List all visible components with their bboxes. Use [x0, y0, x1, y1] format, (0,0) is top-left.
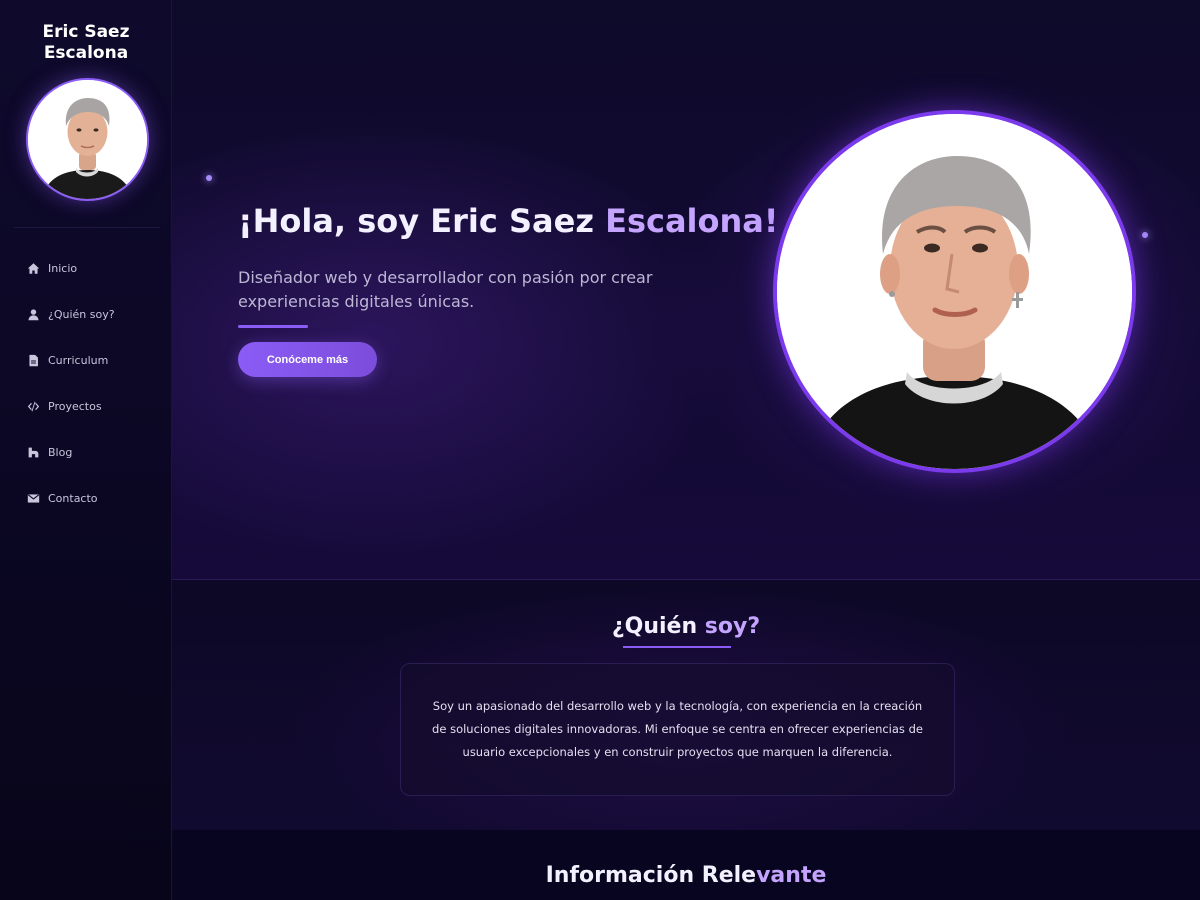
hero-title-accent: Escalona! [605, 202, 779, 240]
sidebar-divider [14, 227, 160, 228]
sidebar-item-curriculum[interactable]: Curriculum [0, 348, 172, 372]
sidebar-item-label: Inicio [48, 261, 78, 275]
sidebar-item-contacto[interactable]: Contacto [0, 486, 172, 510]
sidebar-item-blog[interactable]: Blog [0, 440, 172, 464]
sidebar: Eric Saez Escalona Inicio ¿Quién soy? Cu… [0, 0, 172, 900]
sidebar-item-label: Proyectos [48, 399, 102, 413]
hero-avatar [777, 114, 1132, 469]
hero-underline [238, 325, 308, 328]
code-icon [26, 399, 40, 413]
about-text: Soy un apasionado del desarrollo web y l… [432, 699, 923, 759]
info-title-main: Información Rele [545, 863, 757, 888]
blog-icon [26, 445, 40, 459]
page: Eric Saez Escalona Inicio ¿Quién soy? Cu… [0, 0, 1200, 900]
about-title: ¿Quién soy? [172, 614, 1200, 639]
sidebar-item-label: Contacto [48, 491, 98, 505]
about-card: Soy un apasionado del desarrollo web y l… [400, 663, 955, 796]
hero-title: ¡Hola, soy Eric Saez Escalona! [238, 202, 778, 240]
about-title-accent: soy? [704, 614, 761, 639]
sidebar-item-label: Curriculum [48, 353, 109, 367]
about-section: ¿Quién soy? Soy un apasionado del desarr… [172, 580, 1200, 830]
sidebar-avatar [28, 80, 147, 199]
about-underline [623, 646, 731, 648]
document-icon [26, 353, 40, 367]
sidebar-item-inicio[interactable]: Inicio [0, 256, 172, 280]
conoceme-mas-button[interactable]: Conóceme más [238, 342, 377, 377]
sidebar-item-label: Blog [48, 445, 73, 459]
sidebar-name: Eric Saez Escalona [0, 22, 172, 64]
decorative-dot [1142, 232, 1148, 238]
sidebar-item-proyectos[interactable]: Proyectos [0, 394, 172, 418]
about-title-main: ¿Quién [611, 614, 705, 639]
hero-subtitle: Diseñador web y desarrollador con pasión… [238, 268, 653, 311]
sidebar-item-quien-soy[interactable]: ¿Quién soy? [0, 302, 172, 326]
sidebar-name-line1: Eric Saez [42, 22, 130, 42]
sidebar-name-line2: Escalona [43, 43, 129, 63]
home-icon [26, 261, 40, 275]
sidebar-item-label: ¿Quién soy? [48, 307, 115, 321]
hero-section: ¡Hola, soy Eric Saez Escalona! Diseñador… [172, 0, 1200, 580]
info-title-accent: vante [756, 863, 827, 888]
hero-title-main: ¡Hola, soy Eric Saez [238, 202, 606, 240]
sidebar-nav: Inicio ¿Quién soy? Curriculum Proyectos [0, 256, 172, 532]
decorative-dot [206, 175, 212, 181]
info-title: Información Relevante [172, 863, 1200, 888]
user-icon [26, 307, 40, 321]
envelope-icon [26, 491, 40, 505]
info-section: Información Relevante [172, 830, 1200, 900]
